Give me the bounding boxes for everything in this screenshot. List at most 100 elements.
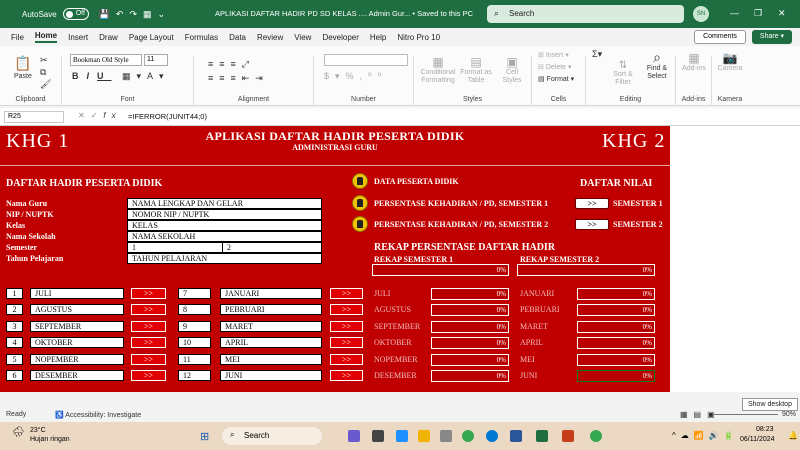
zoom-level[interactable]: 90% (782, 411, 796, 418)
border-fill-icons[interactable]: ▦▾A▾ (122, 71, 170, 82)
month-go-button[interactable]: >> (131, 304, 166, 316)
tab-review[interactable]: Review (257, 33, 283, 42)
month-go-button[interactable]: >> (330, 288, 363, 299)
autosum-icon[interactable]: Σ▾ (592, 49, 602, 60)
tab-draw[interactable]: Draw (99, 33, 118, 42)
cell-styles-button[interactable]: ▣ Cell Styles (496, 55, 528, 85)
tab-home[interactable]: Home (34, 31, 58, 43)
month-go-button[interactable]: >> (330, 304, 363, 316)
avatar[interactable]: SN (693, 6, 709, 22)
excel-icon[interactable] (536, 430, 548, 442)
app-icon[interactable] (372, 430, 384, 442)
conditional-formatting-button[interactable]: ▦ Conditional Formatting (420, 55, 456, 85)
sekolah-value[interactable]: NAMA SEKOLAH (127, 231, 322, 242)
section-daftar-nilai: DAFTAR NILAI (580, 178, 653, 189)
semester-2-value[interactable]: 2 (222, 242, 322, 253)
font-group: BIU ▦▾A▾ Font (62, 56, 194, 106)
month-go-button[interactable]: >> (131, 288, 166, 299)
delete-button[interactable]: ⊟ Delete ▾ (538, 64, 572, 72)
insert-button[interactable]: ⊞ Insert ▾ (538, 52, 569, 60)
tab-page-layout[interactable]: Page Layout (129, 33, 174, 42)
month-go-button[interactable]: >> (131, 320, 166, 332)
notification-icon[interactable]: 🔔 (788, 431, 798, 440)
tab-nitro-pro-10[interactable]: Nitro Pro 10 (397, 33, 440, 42)
tray-icons[interactable]: ^☁📶🔊🔋 (672, 431, 739, 440)
find-select-button[interactable]: ⌕ Find & Select (640, 49, 674, 81)
taskbar-search[interactable]: ⌕ Search (222, 427, 322, 445)
search-input[interactable]: ⌕ Search (487, 5, 684, 23)
month-go-button[interactable]: >> (330, 370, 363, 381)
month-go-button[interactable]: >> (330, 337, 363, 349)
document-icon[interactable] (352, 195, 368, 211)
data-peserta-link[interactable]: DATA PESERTA DIDIK (374, 177, 459, 186)
nama-guru-value[interactable]: NAMA LENGKAP DAN GELAR (127, 198, 322, 209)
close-icon[interactable]: ✕ (778, 8, 786, 19)
restore-icon[interactable]: ❐ (754, 8, 762, 19)
document-icon[interactable] (352, 216, 368, 232)
addins-button[interactable]: ▦ Add-ins (679, 51, 709, 73)
user-icon[interactable] (352, 173, 368, 189)
powerpoint-icon[interactable] (562, 430, 574, 442)
month-go-button[interactable]: >> (131, 337, 166, 349)
app-icon[interactable] (396, 430, 408, 442)
month-go-button[interactable]: >> (330, 353, 363, 365)
zoom-slider[interactable] (712, 414, 778, 415)
copy-icon[interactable]: ⧉ (40, 67, 46, 78)
format-painter-icon[interactable]: 🖌 (40, 79, 51, 90)
chrome-icon[interactable] (462, 430, 474, 442)
cut-icon[interactable]: ✂ (40, 55, 48, 66)
app-icon[interactable] (440, 430, 452, 442)
word-icon[interactable] (510, 430, 522, 442)
paste-icon[interactable]: 📋 (14, 55, 31, 71)
accessibility-status[interactable]: ♿ Accessibility: Investigate (55, 411, 141, 419)
align-left-icons[interactable]: ≡≡≡⇤⇥ (208, 73, 269, 84)
tab-help[interactable]: Help (370, 33, 386, 42)
format-as-table-button[interactable]: ▤ Format as Table (458, 55, 494, 85)
share-button[interactable]: Share ▾ (752, 30, 792, 44)
kelas-value[interactable]: KELAS (127, 220, 322, 231)
semester-1-value[interactable]: 1 (127, 242, 224, 253)
number-format-select[interactable] (324, 54, 408, 66)
quick-access-icons[interactable]: 💾↶↷▦⌄ (99, 9, 171, 20)
persen-s1-link[interactable]: PERSENTASE KEHADIRAN / PD, SEMESTER 1 (374, 199, 548, 208)
autosave-toggle[interactable]: Off (62, 8, 89, 20)
bold-italic-underline-icons[interactable]: BIU (72, 71, 112, 82)
month-go-button[interactable]: >> (330, 320, 363, 332)
start-icon[interactable]: ⊞ (200, 430, 209, 443)
name-box[interactable]: R25 (4, 111, 64, 123)
worksheet[interactable]: KHG 1 KHG 2 APLIKASI DAFTAR HADIR PESERT… (0, 126, 670, 392)
tab-data[interactable]: Data (229, 33, 246, 42)
align-top-icons[interactable]: ≡≡≡⤢ (208, 59, 255, 70)
folder-icon[interactable] (418, 430, 430, 442)
minimize-icon[interactable]: — (730, 8, 739, 18)
month-go-button[interactable]: >> (131, 370, 166, 381)
app-icon[interactable] (348, 430, 360, 442)
tab-formulas[interactable]: Formulas (185, 33, 218, 42)
nip-value[interactable]: NOMOR NIP / NUPTK (127, 209, 322, 220)
format-button[interactable]: ▤ Format ▾ (538, 76, 574, 84)
month-go-button[interactable]: >> (131, 353, 166, 365)
camera-button[interactable]: 📷 Camera (715, 51, 745, 73)
edge-icon[interactable] (486, 430, 498, 442)
tahun-value[interactable]: TAHUN PELAJARAN (127, 253, 322, 264)
tab-developer[interactable]: Developer (322, 33, 358, 42)
styles-group: ▦ Conditional Formatting ▤ Format as Table… (414, 55, 532, 106)
month-name: NOPEMBER (30, 353, 124, 365)
month-number: 11 (178, 353, 211, 365)
chrome-icon[interactable] (590, 430, 602, 442)
go-semester1-button[interactable]: >> (575, 198, 609, 209)
comments-button[interactable]: Comments (694, 30, 746, 44)
go-semester2-button[interactable]: >> (575, 219, 609, 230)
formula-input[interactable]: =IFERROR(JUNIT44;0) (128, 112, 207, 121)
tab-insert[interactable]: Insert (68, 33, 88, 42)
paste-button[interactable]: Paste (14, 73, 32, 81)
persen-s2-link[interactable]: PERSENTASE KEHADIRAN / PD, SEMESTER 2 (374, 220, 548, 229)
sort-filter-button[interactable]: ⇅ Sort & Filter (610, 60, 636, 86)
weather-icon[interactable]: 🌧 (12, 427, 25, 438)
alignment-group: ≡≡≡⤢ ≡≡≡⇤⇥ Alignment (194, 56, 314, 106)
formula-icons[interactable]: ✕✓fx (78, 111, 122, 120)
tab-file[interactable]: File (11, 33, 24, 42)
tab-view[interactable]: View (294, 33, 311, 42)
number-format-icons[interactable]: $▾%,⁰⁰ (324, 71, 387, 82)
empty-cells[interactable] (670, 126, 800, 392)
